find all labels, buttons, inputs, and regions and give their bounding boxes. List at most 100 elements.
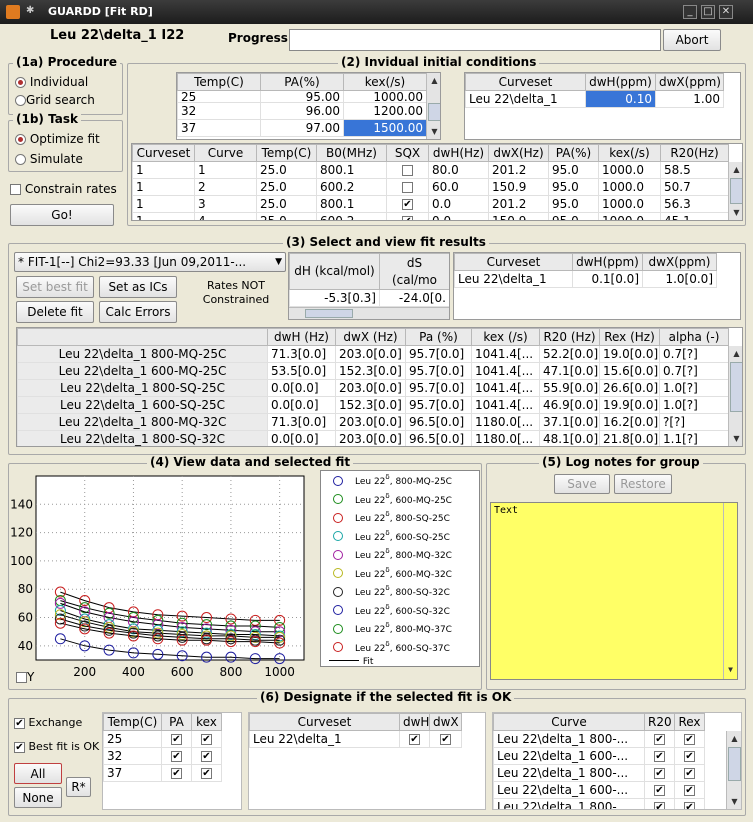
table-cell[interactable]: 1 [132,178,195,196]
table-row[interactable]: Leu 22\delta_1 600-... ✔ ✔ [493,781,705,799]
table-cell[interactable]: 56.3 [660,195,729,213]
scroll-up-icon[interactable]: ▲ [428,74,440,87]
table-cell[interactable]: 50.7 [660,178,729,196]
col-header[interactable]: SQX [386,144,429,162]
col-header[interactable]: Temp(C) [177,73,261,91]
table-cell[interactable]: 71.3[0.0] [267,345,336,363]
table-cell[interactable]: 97.00 [260,119,344,137]
col-header[interactable] [17,328,268,346]
row-header[interactable]: Leu 22\delta_1 800-SQ-32C [17,430,268,446]
table-cell[interactable]: 152.3[0.0] [335,362,406,380]
scroll-up-icon[interactable]: ▲ [730,163,742,176]
col-header[interactable]: dwH(ppm) [585,73,656,91]
col-header[interactable]: dwH (Hz) [267,328,336,346]
fit-results-table[interactable]: dwH (Hz) dwX (Hz) Pa (%) kex (/s) R20 (Hz) Re… [16,327,743,447]
col-header[interactable]: Pa (%) [405,328,472,346]
table-cell[interactable]: 32 [103,747,162,765]
table-cell[interactable]: 96.00 [260,102,344,120]
table-cell[interactable]: 0.0[0.0] [267,379,336,397]
table-cell[interactable]: 45.1 [660,212,729,220]
table-cell[interactable]: 3 [194,195,257,213]
thermo-table[interactable]: dH (kcal/mol) dS (cal/mo -5.3[0.3] -24.0… [288,252,450,320]
col-header[interactable]: dwX (Hz) [335,328,406,346]
table-cell[interactable]: 71.3[0.0] [267,413,336,431]
table-cell[interactable]: 48.1[0.0] [539,430,600,446]
sqx-checkbox[interactable] [402,165,413,176]
r-star-button[interactable]: R* [66,777,91,797]
delete-fit-button[interactable]: Delete fit [16,301,94,323]
scroll-thumb[interactable] [428,103,440,121]
selected-cell[interactable]: 0.10 [585,90,656,108]
set-best-fit-button[interactable]: Set best fit [16,276,94,298]
fit-select-dropdown[interactable]: * FIT-1[--] Chi2=93.33 [Jun 09,2011-... … [14,252,286,272]
row-header[interactable]: Leu 22\delta_1 600-MQ-25C [17,362,268,380]
col-header[interactable]: alpha (-) [659,328,729,346]
col-header[interactable]: PA(%) [260,73,344,91]
table-cell[interactable]: 95.7[0.0] [405,396,472,414]
table-cell[interactable]: 15.6[0.0] [599,362,660,380]
exchange-checkbox[interactable]: ✔ Exchange [14,716,82,729]
table-cell[interactable]: -5.3[0.3] [289,289,380,307]
table-cell[interactable]: 96.5[0.0] [405,430,472,446]
table-cell[interactable]: 1000.0 [598,178,661,196]
table-row[interactable]: 32 ✔ ✔ [103,747,222,765]
table-cell[interactable]: 53.5[0.0] [267,362,336,380]
scroll-thumb[interactable] [305,309,353,318]
fit-curveset-table[interactable]: Curveset dwH(ppm) dwX(ppm) Leu 22\delta_… [453,252,741,320]
col-header[interactable]: dH (kcal/mol) [289,253,380,290]
table-cell[interactable]: 203.0[0.0] [335,345,406,363]
check-cell[interactable]: ✔ [644,730,675,748]
table-cell[interactable]: 25.0 [256,161,317,179]
table-cell[interactable]: 95.0 [548,195,599,213]
sqx-checkbox[interactable] [402,182,413,193]
table-row[interactable]: 25 ✔ ✔ [103,730,222,748]
sqx-checkbox[interactable]: ✔ [402,216,413,220]
table-row[interactable]: 1 1 25.0 800.1 80.0 201.2 95.0 1000.0 58.5 [132,161,729,179]
horizontal-scrollbar[interactable] [289,307,449,319]
restore-button[interactable]: Restore [614,474,672,494]
minimize-button[interactable]: _ [683,5,697,19]
table-cell[interactable]: 95.0 [548,212,599,220]
col-header[interactable]: Temp(C) [256,144,317,162]
scroll-up-icon[interactable]: ▲ [730,347,742,360]
check-cell[interactable]: ✔ [644,798,675,809]
table-row[interactable]: 1425.0600.2 ✔ 0.0150.995.01000.045.1 [132,212,729,220]
col-header[interactable]: Rex [674,713,705,731]
table-row[interactable]: Leu 22\delta_1 800-MQ-25C 71.3[0.0] 203.0[… [17,345,729,363]
table-cell[interactable]: 95.7[0.0] [405,362,472,380]
table-cell[interactable]: Leu 22\delta_1 800-... [493,730,645,748]
table-row[interactable]: Leu 22\delta_1 800-... ✔ ✔ [493,730,705,748]
table-cell[interactable]: 46.9[0.0] [539,396,600,414]
table-cell[interactable]: 201.2 [488,161,549,179]
table-cell[interactable]: Leu 22\delta_1 600-... [493,747,645,765]
sqx-cell[interactable]: ✔ [386,212,429,220]
col-header[interactable]: R20 [644,713,675,731]
individual-radio[interactable]: Individual [15,75,88,89]
table-cell[interactable]: 203.0[0.0] [335,430,406,446]
table-cell[interactable]: 800.1 [316,195,387,213]
table-cell[interactable]: 58.5 [660,161,729,179]
table-row[interactable]: Leu 22\delta_1 ✔ ✔ [249,730,462,748]
designate-curveset-table[interactable]: Curveset dwH dwX Leu 22\delta_1 ✔ ✔ [248,712,486,810]
all-button[interactable]: All [14,763,62,784]
table-cell[interactable]: 32 [177,102,261,120]
table-cell[interactable]: 96.5[0.0] [405,413,472,431]
table-cell[interactable]: 0.0[0.0] [267,430,336,446]
col-header[interactable]: Curveset [454,253,573,271]
table-cell[interactable]: 37.1[0.0] [539,413,600,431]
table-row[interactable]: Leu 22\delta_1 800-... ✔ ✔ [493,798,705,809]
col-header[interactable]: dwX(ppm) [642,253,717,271]
check-cell[interactable]: ✔ [644,747,675,765]
calc-errors-button[interactable]: Calc Errors [99,301,177,323]
col-header[interactable]: Curve [194,144,257,162]
save-button[interactable]: Save [554,474,610,494]
table-cell[interactable]: 0.0 [428,212,489,220]
vertical-scrollbar[interactable]: ▲ ▼ [728,162,742,220]
table-cell[interactable]: 55.9[0.0] [539,379,600,397]
table-cell[interactable]: 60.0 [428,178,489,196]
vertical-scrollbar[interactable]: ▼ [723,503,737,679]
curve-ic-table[interactable]: Curveset Curve Temp(C) B0(MHz) SQX dwH(Hz) dwX… [131,143,743,221]
table-cell[interactable]: Leu 22\delta_1 [249,730,400,748]
scroll-down-icon[interactable]: ▼ [428,125,440,138]
check-cell[interactable]: ✔ [674,781,705,799]
